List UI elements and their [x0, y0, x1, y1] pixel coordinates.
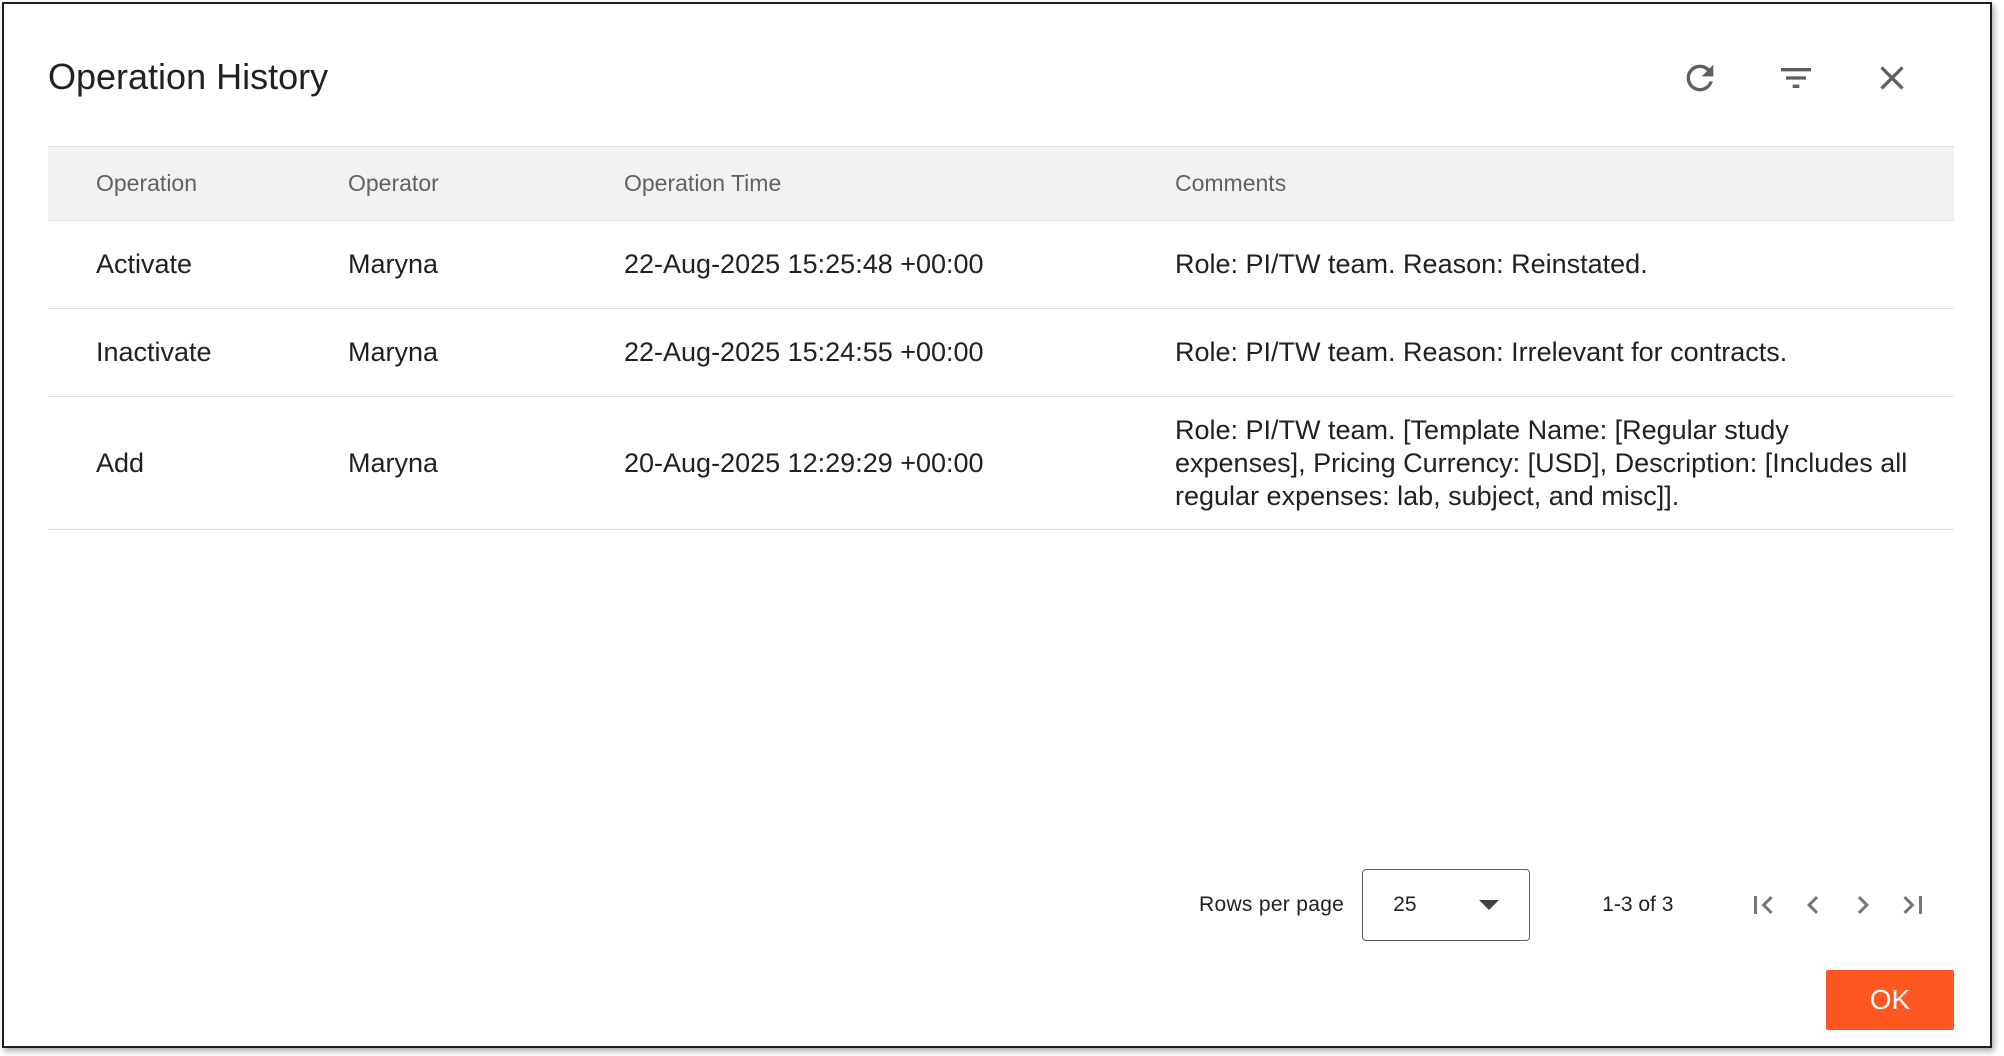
cell-operation-time: 20-Aug-2025 12:29:29 +00:00	[624, 447, 984, 478]
history-table: Operation Operator Operation Time Commen…	[48, 146, 1954, 530]
close-icon	[1880, 66, 1904, 90]
table-row[interactable]: Inactivate Maryna 22-Aug-2025 15:24:55 +…	[48, 309, 1954, 397]
cell-comments: Role: PI/TW team. Reason: Reinstated.	[1175, 249, 1648, 279]
operation-history-dialog: Operation History Operation Operator Ope…	[2, 2, 1992, 1048]
cell-operator: Maryna	[348, 249, 439, 279]
last-page-button[interactable]	[1895, 885, 1931, 925]
column-header-comments[interactable]: Comments	[1127, 147, 1954, 221]
cell-operation-time: 22-Aug-2025 15:25:48 +00:00	[624, 249, 984, 279]
prev-page-icon	[1807, 896, 1819, 914]
ok-button[interactable]: OK	[1826, 970, 1954, 1030]
table-row[interactable]: Add Maryna 20-Aug-2025 12:29:29 +00:00 R…	[48, 397, 1954, 530]
dialog-header: Operation History	[4, 4, 1990, 144]
filter-icon	[1781, 68, 1811, 88]
table-row[interactable]: Activate Maryna 22-Aug-2025 15:25:48 +00…	[48, 221, 1954, 309]
cell-comments: Role: PI/TW team. [Template Name: [Regul…	[1175, 414, 1908, 511]
last-page-icon	[1903, 896, 1923, 914]
refresh-icon	[1686, 64, 1714, 92]
dropdown-arrow-icon	[1479, 900, 1500, 910]
cell-operation: Inactivate	[96, 337, 212, 367]
column-header-operation-time[interactable]: Operation Time	[576, 147, 1127, 221]
cell-operation-time: 22-Aug-2025 15:24:55 +00:00	[624, 337, 984, 367]
cell-comments: Role: PI/TW team. Reason: Irrelevant for…	[1175, 337, 1788, 367]
next-page-button[interactable]	[1845, 885, 1881, 925]
header-actions	[1674, 52, 1918, 104]
pagination-bar: Rows per page 25 1-3 of 3	[1199, 868, 1939, 942]
rows-per-page-value: 25	[1393, 893, 1417, 916]
table-header-row: Operation Operator Operation Time Commen…	[48, 146, 1954, 221]
cell-operation: Activate	[96, 249, 193, 279]
close-button[interactable]	[1866, 52, 1918, 104]
dialog-title: Operation History	[48, 56, 329, 97]
first-page-icon	[1754, 896, 1773, 914]
pagination-nav	[1745, 885, 1931, 925]
column-header-operation[interactable]: Operation	[48, 147, 300, 221]
rows-per-page-select[interactable]: 25	[1362, 869, 1531, 941]
cell-operation: Add	[96, 447, 145, 478]
cell-operator: Maryna	[348, 447, 439, 478]
next-page-icon	[1858, 896, 1870, 914]
first-page-button[interactable]	[1745, 885, 1781, 925]
column-header-operator[interactable]: Operator	[300, 147, 576, 221]
rows-per-page-label: Rows per page	[1199, 893, 1345, 916]
refresh-button[interactable]	[1674, 52, 1726, 104]
history-table-container: Operation Operator Operation Time Commen…	[48, 146, 1954, 530]
prev-page-button[interactable]	[1795, 885, 1831, 925]
cell-operator: Maryna	[348, 337, 439, 367]
filter-button[interactable]	[1770, 52, 1822, 104]
pagination-range: 1-3 of 3	[1602, 893, 1674, 916]
